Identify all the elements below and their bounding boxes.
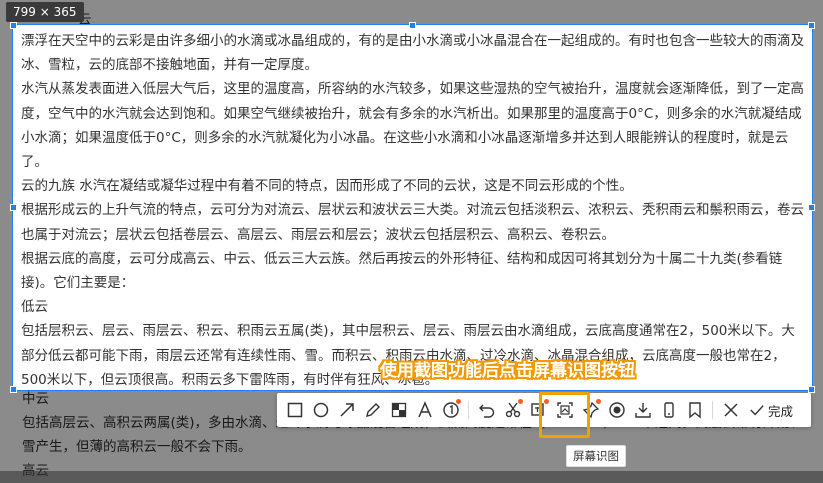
bookmark-tool[interactable]	[683, 397, 706, 423]
done-label: 完成	[768, 403, 794, 419]
paragraph: 根据云底的高度，云可分成高云、中云、低云三大云族。然后再按云的外形特征、结构和成…	[21, 250, 783, 292]
text-icon	[417, 401, 432, 418]
capture-region[interactable]: 漂浮在天空中的云彩是由许多细小的水滴或冰晶组成的，有的是由小水滴或小冰晶混合在一…	[12, 24, 813, 391]
ellipse-tool[interactable]	[309, 397, 332, 423]
close-tool[interactable]	[719, 397, 742, 423]
arrow-icon	[339, 403, 354, 417]
resize-handle-top-right[interactable]	[808, 22, 815, 29]
bookmark-icon	[688, 402, 701, 419]
pen-icon	[365, 403, 380, 417]
scissors-tool-dot	[518, 399, 523, 404]
selection-size-badge: 799 × 365	[6, 2, 84, 22]
phone-tool[interactable]	[657, 397, 680, 423]
download-tool[interactable]	[631, 397, 654, 423]
undo-tool[interactable]	[475, 397, 498, 423]
rectangle-tool[interactable]	[283, 397, 306, 423]
phone-icon	[663, 402, 674, 418]
record-icon	[608, 402, 625, 418]
undo-icon	[478, 404, 494, 418]
record-tool[interactable]	[605, 397, 628, 423]
paragraph: 漂浮在天空中的云彩是由许多细小的水滴或冰晶组成的，有的是由小水滴或小冰晶混合在一…	[21, 33, 804, 74]
text-tool[interactable]	[413, 397, 436, 423]
toolbar-divider	[468, 401, 469, 419]
paragraph: 根据形成云的上升气流的特点，云可分为对流云、层状云和波状云三大类。对流云包括淡积…	[21, 202, 804, 243]
paragraph: 低云	[21, 299, 48, 316]
resize-handle-right[interactable]	[808, 204, 815, 211]
resize-handle-top-left[interactable]	[10, 22, 17, 29]
ocr-tooltip: 屏幕识图	[566, 445, 626, 467]
resize-handle-bottom-left[interactable]	[10, 386, 17, 393]
toolbar-divider	[712, 401, 713, 419]
close-icon	[723, 403, 738, 417]
ellipse-icon	[313, 402, 328, 418]
instruction-callout: 使用截图功能后点击屏幕识图按钮	[380, 361, 635, 381]
pen-tool[interactable]	[361, 397, 384, 423]
pin-tool-dot	[596, 399, 601, 404]
resize-handle-top[interactable]	[409, 22, 416, 29]
paragraph: 水汽从蒸发表面进入低层大气后，这里的温度高，所容纳的水汽较多，如果这些湿热的空气…	[21, 81, 804, 171]
download-icon	[634, 403, 651, 418]
number-tool-dot	[456, 399, 461, 404]
resize-handle-left[interactable]	[10, 204, 17, 211]
mosaic-tool[interactable]	[387, 397, 410, 423]
mosaic-icon	[391, 402, 406, 418]
rectangle-icon	[287, 402, 302, 418]
paragraph: 云的九族 水汽在凝结或凝华过程中有着不同的特点，因而形成了不同的云状，这是不同云…	[21, 178, 633, 195]
number-tool[interactable]	[439, 397, 462, 423]
ocr-button-highlight	[539, 392, 590, 438]
check-icon	[750, 405, 764, 416]
scissors-tool[interactable]	[501, 397, 524, 423]
resize-handle-bottom-right[interactable]	[808, 386, 815, 393]
arrow-tool[interactable]	[335, 397, 358, 423]
done-button[interactable]: 完成	[749, 401, 793, 420]
